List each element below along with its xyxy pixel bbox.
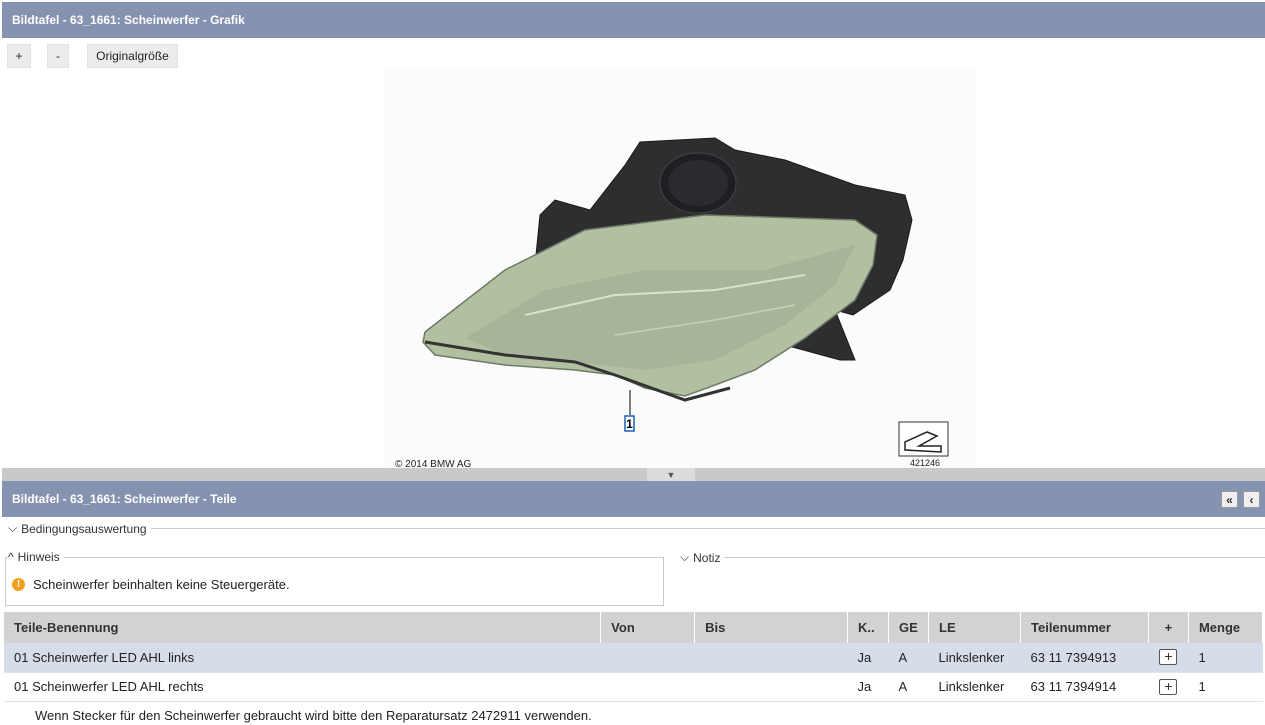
callout-number[interactable]: 1	[626, 417, 633, 431]
conditions-label: Bedingungsauswertung	[21, 521, 147, 536]
conditions-divider	[8, 528, 1265, 529]
column-header-von[interactable]: Von	[600, 612, 696, 643]
add-to-cart-icon[interactable]: +	[1159, 649, 1178, 666]
hint-section-toggle[interactable]: ^ Hinweis	[8, 550, 64, 564]
table-row[interactable]: 01 Scheinwerfer LED AHL links Ja A Links…	[4, 643, 1263, 673]
part-ge: A	[888, 672, 929, 702]
table-row[interactable]: 01 Scheinwerfer LED AHL rechts Ja A Link…	[4, 672, 1263, 702]
collapse-button[interactable]: ‹	[1243, 491, 1260, 508]
column-header-name[interactable]: Teile-Benennung	[4, 612, 602, 643]
hint-message: ! Scheinwerfer beinhalten keine Steuerge…	[12, 577, 290, 592]
warning-icon: !	[12, 578, 25, 591]
part-bis	[694, 672, 848, 702]
parts-panel-title: Bildtafel - 63_1661: Scheinwerfer - Teil…	[12, 492, 237, 506]
add-to-cart-cell: +	[1148, 643, 1189, 673]
collapse-all-button[interactable]: «	[1221, 491, 1238, 508]
table-header-row: Teile-Benennung Von Bis K.. GE LE Teilen…	[4, 612, 1264, 643]
part-number: 63 11 7394913	[1020, 643, 1149, 673]
parts-illustration: 1 © 2014 BMW AG 421246	[385, 70, 975, 468]
note-section-toggle[interactable]: ⌵ Notiz	[680, 550, 725, 565]
part-k: Ja	[847, 672, 889, 702]
splitter-handle[interactable]: ▼	[647, 468, 695, 481]
part-quantity: 1	[1188, 643, 1263, 673]
conditions-section-toggle[interactable]: ⌵ Bedingungsauswertung	[8, 521, 151, 536]
part-bis	[694, 643, 848, 673]
column-header-k[interactable]: K..	[847, 612, 890, 643]
parts-panel-header: Bildtafel - 63_1661: Scheinwerfer - Teil…	[2, 481, 1265, 517]
chevron-up-icon: ^	[8, 550, 14, 564]
hint-divider	[5, 557, 664, 558]
part-ge: A	[888, 643, 929, 673]
graphic-panel-title: Bildtafel - 63_1661: Scheinwerfer - Graf…	[12, 13, 245, 27]
column-header-quantity[interactable]: Menge	[1188, 612, 1264, 643]
copyright-text: © 2014 BMW AG	[395, 459, 472, 468]
graphic-viewer[interactable]: 1 © 2014 BMW AG 421246	[2, 70, 1265, 468]
original-size-button[interactable]: Originalgröße	[87, 44, 178, 68]
image-id: 421246	[910, 458, 940, 468]
zoom-in-button[interactable]: +	[7, 44, 31, 68]
column-header-bis[interactable]: Bis	[694, 612, 849, 643]
add-to-cart-icon[interactable]: +	[1159, 678, 1178, 695]
part-von	[600, 672, 695, 702]
column-header-ge[interactable]: GE	[888, 612, 930, 643]
headlight-illustration: 1 © 2014 BMW AG 421246	[395, 137, 949, 468]
table-footnote: Wenn Stecker für den Scheinwerfer gebrau…	[35, 708, 592, 723]
part-name: 01 Scheinwerfer LED AHL rechts	[4, 672, 601, 702]
part-von	[600, 643, 695, 673]
parts-table: Teile-Benennung Von Bis K.. GE LE Teilen…	[4, 612, 1264, 702]
part-quantity: 1	[1188, 672, 1263, 702]
column-header-le[interactable]: LE	[928, 612, 1021, 643]
graphic-panel-header: Bildtafel - 63_1661: Scheinwerfer - Graf…	[2, 2, 1265, 38]
part-le: Linkslenker	[928, 643, 1021, 673]
chevron-down-icon: ⌵	[680, 550, 690, 564]
panel-splitter[interactable]: ▼	[2, 468, 1265, 481]
part-k: Ja	[847, 643, 889, 673]
column-header-add[interactable]: +	[1148, 612, 1189, 643]
note-divider	[680, 557, 1265, 558]
hint-label: Hinweis	[17, 550, 60, 564]
hint-text: Scheinwerfer beinhalten keine Steuergerä…	[33, 577, 290, 592]
column-header-part-number[interactable]: Teilenummer	[1020, 612, 1149, 643]
add-to-cart-cell: +	[1148, 672, 1189, 702]
note-label: Notiz	[693, 550, 721, 565]
chevron-down-icon: ⌵	[8, 521, 18, 535]
part-name: 01 Scheinwerfer LED AHL links	[4, 643, 601, 673]
zoom-out-button[interactable]: -	[47, 44, 69, 68]
part-le: Linkslenker	[928, 672, 1021, 702]
part-number: 63 11 7394914	[1020, 672, 1149, 702]
